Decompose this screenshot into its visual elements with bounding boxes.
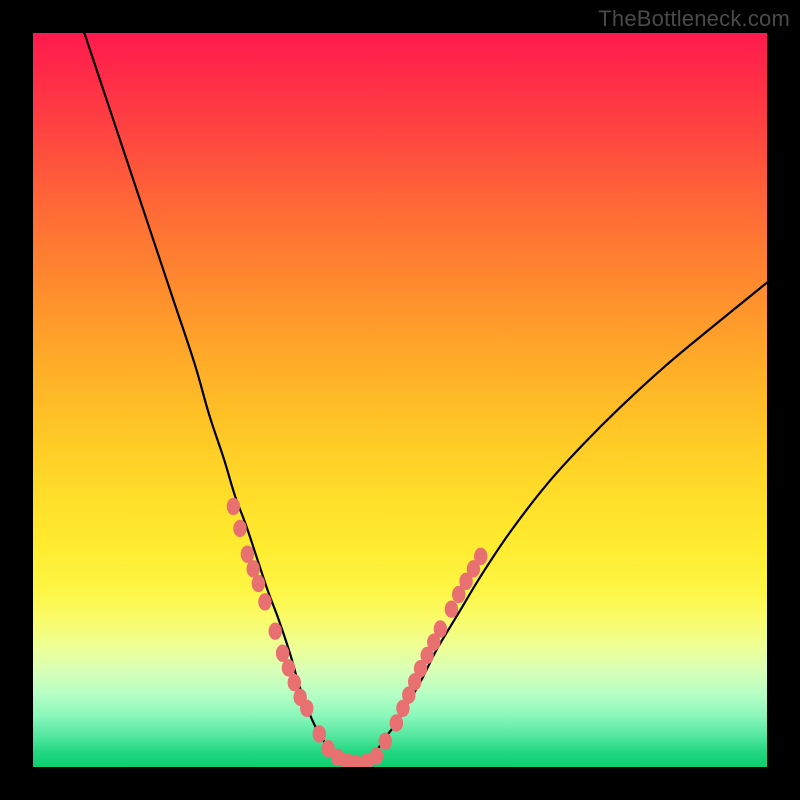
data-marker xyxy=(259,594,271,610)
data-marker xyxy=(445,601,457,617)
data-marker xyxy=(370,748,382,764)
data-marker xyxy=(313,726,325,742)
data-marker xyxy=(241,546,253,562)
data-marker xyxy=(276,645,288,661)
data-marker xyxy=(227,498,239,514)
chart-svg xyxy=(33,33,767,767)
data-marker xyxy=(288,674,300,690)
chart-frame: TheBottleneck.com xyxy=(0,0,800,800)
data-marker xyxy=(247,561,259,577)
data-marker xyxy=(252,575,264,591)
data-marker xyxy=(269,623,281,639)
left-curve xyxy=(84,33,348,763)
data-marker xyxy=(379,733,391,749)
data-marker xyxy=(301,700,313,716)
data-marker xyxy=(390,715,402,731)
marker-group xyxy=(227,498,487,767)
watermark-text: TheBottleneck.com xyxy=(598,6,790,32)
right-curve xyxy=(363,283,767,764)
plot-area xyxy=(33,33,767,767)
data-marker xyxy=(234,520,246,536)
data-marker xyxy=(434,621,446,637)
data-marker xyxy=(475,548,487,564)
data-marker xyxy=(282,660,294,676)
